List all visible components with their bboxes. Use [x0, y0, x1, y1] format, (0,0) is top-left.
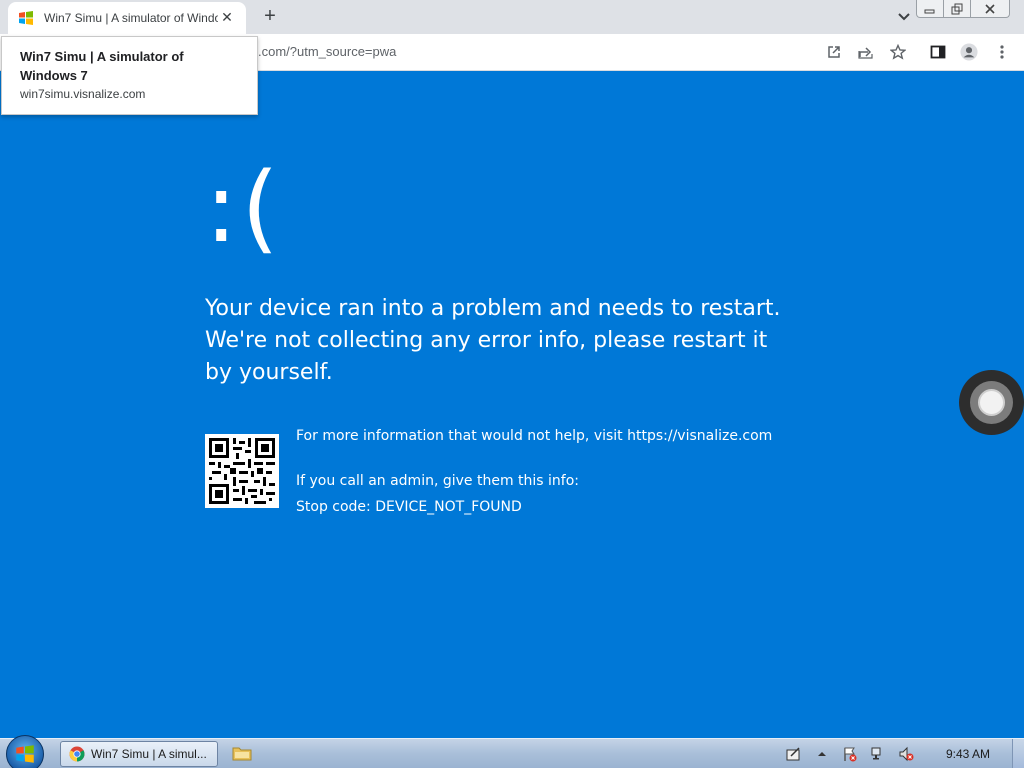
address-bar-url[interactable]: .com/?utm_source=pwa — [258, 44, 396, 59]
restore-icon — [951, 3, 963, 14]
chevron-down-icon[interactable] — [892, 8, 916, 26]
more-vert-icon[interactable] — [993, 43, 1011, 61]
qr-code — [205, 434, 279, 508]
window-controls — [916, 0, 1010, 18]
more-info-text: For more information that would not help… — [296, 428, 773, 444]
close-icon — [985, 3, 995, 14]
taskbar-chrome-item[interactable]: Win7 Simu | A simul... — [60, 741, 218, 767]
error-info: For more information that would not help… — [296, 427, 772, 517]
side-panel-icon[interactable] — [929, 43, 947, 61]
error-headline: Your device ran into a problem and needs… — [205, 296, 781, 385]
close-window-button[interactable] — [970, 0, 1010, 18]
profile-icon[interactable] — [960, 43, 978, 61]
show-hidden-icons-icon[interactable] — [814, 746, 830, 762]
minimize-button[interactable] — [916, 0, 944, 18]
system-tray: 9:43 AM — [780, 739, 1024, 768]
open-in-app-icon[interactable] — [825, 43, 843, 61]
taskbar-item-label: Win7 Simu | A simul... — [91, 747, 207, 761]
share-icon[interactable] — [857, 43, 875, 61]
minimize-icon — [924, 9, 935, 13]
admin-info-text: If you call an admin, give them this inf… — [296, 473, 580, 489]
show-desktop-button[interactable] — [1012, 739, 1024, 768]
ring-center — [978, 389, 1005, 416]
stop-code-text: Stop code: DEVICE_NOT_FOUND — [296, 499, 522, 515]
flag-icon[interactable] — [842, 746, 858, 762]
floating-ring-button[interactable] — [959, 370, 1024, 435]
action-center-icon[interactable] — [786, 746, 802, 762]
sad-face: :( — [205, 152, 283, 264]
browser-titlebar: Win7 Simu | A simulator of Windows 7 ✕ + — [0, 0, 1024, 34]
new-tab-button[interactable]: + — [258, 6, 282, 28]
start-orb-icon — [16, 745, 34, 763]
windows-favicon — [19, 11, 33, 25]
tab-close-icon[interactable]: ✕ — [218, 10, 236, 26]
tab-tooltip: Win7 Simu | A simulator of Windows 7 win… — [1, 36, 258, 115]
browser-tab[interactable]: Win7 Simu | A simulator of Windows 7 ✕ — [8, 2, 246, 34]
network-icon[interactable] — [870, 746, 886, 762]
star-icon[interactable] — [889, 43, 907, 61]
taskbar-clock[interactable]: 9:43 AM — [946, 747, 990, 761]
folder-icon[interactable] — [232, 744, 252, 762]
chrome-icon — [69, 746, 85, 762]
start-button[interactable] — [6, 735, 44, 768]
tooltip-url: win7simu.visnalize.com — [20, 87, 146, 101]
ring-middle — [970, 381, 1013, 424]
restore-button[interactable] — [943, 0, 971, 18]
tab-title: Win7 Simu | A simulator of Windows 7 — [44, 11, 218, 25]
volume-muted-icon[interactable] — [898, 746, 914, 762]
taskbar: Win7 Simu | A simul... 9:43 AM — [0, 735, 1024, 768]
tooltip-title: Win7 Simu | A simulator of Windows 7 — [20, 49, 184, 83]
